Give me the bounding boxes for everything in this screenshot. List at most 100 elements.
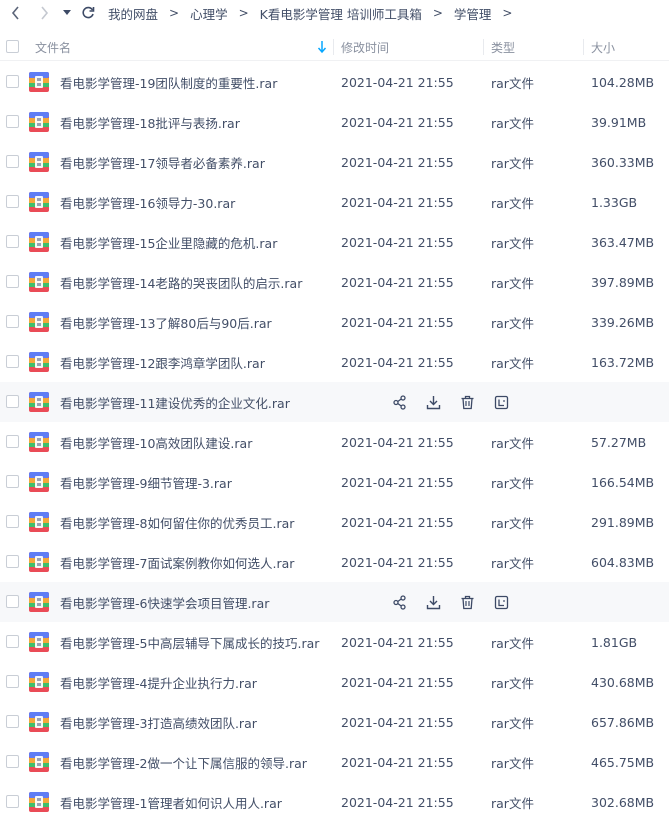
- row-checkbox[interactable]: [6, 435, 19, 448]
- file-name[interactable]: 看电影学管理-7面试案例教你如何选人.rar: [60, 542, 294, 582]
- row-checkbox[interactable]: [6, 75, 19, 88]
- archive-file-icon: [29, 72, 49, 92]
- file-name[interactable]: 看电影学管理-4提升企业执行力.rar: [60, 662, 257, 702]
- file-name[interactable]: 看电影学管理-13了解80后与90后.rar: [60, 302, 272, 342]
- file-row[interactable]: 看电影学管理-12跟李鸿章学团队.rar 2021-04-21 21:55 rar文…: [0, 342, 669, 382]
- file-row[interactable]: 看电影学管理-15企业里隐藏的危机.rar 2021-04-21 21:55 rar…: [0, 222, 669, 262]
- history-dropdown-button[interactable]: [60, 1, 74, 25]
- row-checkbox[interactable]: [6, 115, 19, 128]
- caret-down-icon: [63, 10, 71, 15]
- archive-file-icon: [29, 592, 49, 612]
- row-checkbox[interactable]: [6, 795, 19, 808]
- column-header-name[interactable]: 文件名: [35, 33, 71, 61]
- archive-file-icon: [29, 392, 49, 412]
- row-checkbox[interactable]: [6, 595, 19, 608]
- row-checkbox[interactable]: [6, 675, 19, 688]
- file-name[interactable]: 看电影学管理-16领导力-30.rar: [60, 182, 235, 222]
- select-all-checkbox[interactable]: [6, 40, 19, 53]
- file-row[interactable]: 看电影学管理-19团队制度的重要性.rar 2021-04-21 21:55 rar…: [0, 62, 669, 102]
- file-type: rar文件: [491, 355, 534, 371]
- file-name[interactable]: 看电影学管理-17领导者必备素养.rar: [60, 142, 265, 182]
- archive-file-icon: [29, 712, 49, 732]
- row-checkbox[interactable]: [6, 515, 19, 528]
- row-checkbox[interactable]: [6, 715, 19, 728]
- download-button[interactable]: [424, 393, 442, 411]
- column-header-modified[interactable]: 修改时间: [332, 33, 389, 61]
- file-name[interactable]: 看电影学管理-3打造高绩效团队.rar: [60, 702, 257, 742]
- file-row[interactable]: 看电影学管理-8如何留住你的优秀员工.rar 2021-04-21 21:55 ra…: [0, 502, 669, 542]
- file-row[interactable]: 看电影学管理-5中高层辅导下属成长的技巧.rar 2021-04-21 21:55…: [0, 622, 669, 662]
- archive-file-icon: [29, 352, 49, 372]
- file-name[interactable]: 看电影学管理-6快速学会项目管理.rar: [60, 582, 269, 622]
- file-type: rar文件: [491, 275, 534, 291]
- more-button[interactable]: [492, 593, 510, 611]
- navigation-bar: 我的网盘 > 心理学 > K看电影学管理 培训师工具箱 > 学管理 >: [0, 0, 669, 26]
- file-name[interactable]: 看电影学管理-18批评与表扬.rar: [60, 102, 240, 142]
- more-button[interactable]: [492, 393, 510, 411]
- file-name[interactable]: 看电影学管理-12跟李鸿章学团队.rar: [60, 342, 265, 382]
- trash-icon: [461, 395, 473, 409]
- file-row[interactable]: 看电影学管理-1管理者如何识人用人.rar 2021-04-21 21:55 rar…: [0, 782, 669, 822]
- share-button[interactable]: [390, 393, 408, 411]
- file-size: 430.68MB: [591, 674, 655, 690]
- sort-down-arrow-icon[interactable]: [317, 40, 327, 54]
- file-row[interactable]: 看电影学管理-3打造高绩效团队.rar 2021-04-21 21:55 rar文件…: [0, 702, 669, 742]
- file-row[interactable]: 看电影学管理-13了解80后与90后.rar 2021-04-21 21:55 ra…: [0, 302, 669, 342]
- file-row[interactable]: 看电影学管理-4提升企业执行力.rar 2021-04-21 21:55 rar文件…: [0, 662, 669, 702]
- file-name[interactable]: 看电影学管理-9细节管理-3.rar: [60, 462, 232, 502]
- file-name[interactable]: 看电影学管理-19团队制度的重要性.rar: [60, 62, 277, 102]
- breadcrumb-item[interactable]: 心理学: [190, 4, 228, 23]
- archive-file-icon: [29, 192, 49, 212]
- file-modified-time: 2021-04-21 21:55: [341, 714, 454, 730]
- file-name[interactable]: 看电影学管理-2做一个让下属信服的领导.rar: [60, 742, 307, 782]
- row-checkbox[interactable]: [6, 235, 19, 248]
- delete-button[interactable]: [458, 393, 476, 411]
- row-checkbox[interactable]: [6, 195, 19, 208]
- row-checkbox[interactable]: [6, 155, 19, 168]
- file-row[interactable]: 看电影学管理-10高效团队建设.rar 2021-04-21 21:55 rar文件…: [0, 422, 669, 462]
- file-row[interactable]: 看电影学管理-14老路的哭丧团队的启示.rar 2021-04-21 21:55 r…: [0, 262, 669, 302]
- refresh-button[interactable]: [76, 1, 100, 25]
- column-header-type[interactable]: 类型: [482, 33, 515, 61]
- file-modified-time: 2021-04-21 21:55: [341, 674, 454, 690]
- file-row[interactable]: 看电影学管理-9细节管理-3.rar 2021-04-21 21:55 rar文件 1…: [0, 462, 669, 502]
- breadcrumb-item[interactable]: 我的网盘: [108, 4, 158, 23]
- file-name[interactable]: 看电影学管理-5中高层辅导下属成长的技巧.rar: [60, 622, 319, 662]
- file-row[interactable]: 看电影学管理-18批评与表扬.rar 2021-04-21 21:55 rar文件 3…: [0, 102, 669, 142]
- back-button[interactable]: [4, 1, 28, 25]
- file-name[interactable]: 看电影学管理-8如何留住你的优秀员工.rar: [60, 502, 294, 542]
- file-name[interactable]: 看电影学管理-14老路的哭丧团队的启示.rar: [60, 262, 302, 302]
- row-checkbox[interactable]: [6, 755, 19, 768]
- row-checkbox[interactable]: [6, 395, 19, 408]
- file-row[interactable]: 看电影学管理-6快速学会项目管理.rar: [0, 582, 669, 622]
- file-row[interactable]: 看电影学管理-2做一个让下属信服的领导.rar 2021-04-21 21:55 r…: [0, 742, 669, 782]
- row-checkbox[interactable]: [6, 635, 19, 648]
- file-row[interactable]: 看电影学管理-7面试案例教你如何选人.rar 2021-04-21 21:55 ra…: [0, 542, 669, 582]
- file-modified-time: 2021-04-21 21:55: [341, 274, 454, 290]
- file-row[interactable]: 看电影学管理-16领导力-30.rar 2021-04-21 21:55 rar文件…: [0, 182, 669, 222]
- file-name[interactable]: 看电影学管理-11建设优秀的企业文化.rar: [60, 382, 290, 422]
- file-row[interactable]: 看电影学管理-17领导者必备素养.rar 2021-04-21 21:55 rar文…: [0, 142, 669, 182]
- file-size: 291.89MB: [591, 514, 655, 530]
- file-type: rar文件: [491, 515, 534, 531]
- column-header-size[interactable]: 大小: [582, 33, 615, 61]
- file-size: 465.75MB: [591, 754, 655, 770]
- row-checkbox[interactable]: [6, 475, 19, 488]
- delete-button[interactable]: [458, 593, 476, 611]
- file-modified-time: 2021-04-21 21:55: [341, 634, 454, 650]
- breadcrumb-item[interactable]: K看电影学管理 培训师工具箱: [260, 4, 422, 23]
- row-checkbox[interactable]: [6, 355, 19, 368]
- row-checkbox[interactable]: [6, 275, 19, 288]
- forward-button[interactable]: [32, 1, 56, 25]
- file-type: rar文件: [491, 555, 534, 571]
- share-button[interactable]: [390, 593, 408, 611]
- file-row[interactable]: 看电影学管理-11建设优秀的企业文化.rar: [0, 382, 669, 422]
- breadcrumb-item[interactable]: 学管理: [454, 4, 492, 23]
- download-button[interactable]: [424, 593, 442, 611]
- row-checkbox[interactable]: [6, 555, 19, 568]
- row-checkbox[interactable]: [6, 315, 19, 328]
- file-type: rar文件: [491, 195, 534, 211]
- file-name[interactable]: 看电影学管理-10高效团队建设.rar: [60, 422, 252, 462]
- file-name[interactable]: 看电影学管理-15企业里隐藏的危机.rar: [60, 222, 277, 262]
- file-name[interactable]: 看电影学管理-1管理者如何识人用人.rar: [60, 782, 282, 822]
